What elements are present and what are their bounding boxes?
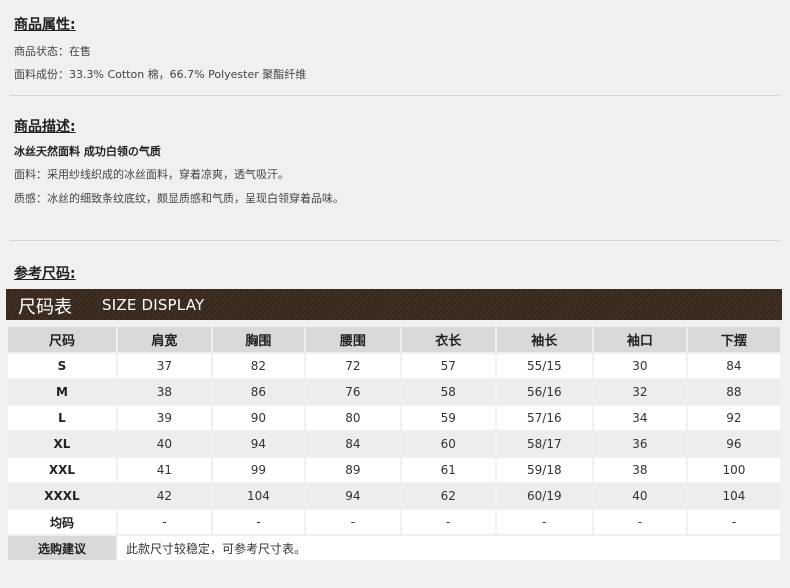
size-chart-banner: 尺码表 SIZE DISPLAY [6, 289, 782, 320]
size-cell: L [8, 406, 116, 430]
size-cell: XL [8, 432, 116, 456]
table-cell: 104 [212, 484, 304, 508]
description-fabric-text: 采用纱线织成的冰丝面料，穿着凉爽，透气吸汗。 [47, 168, 289, 181]
table-row: M 38 86 76 58 56/16 32 88 [8, 380, 780, 404]
size-cell: 均码 [8, 510, 116, 534]
header-cell: 腰围 [305, 327, 400, 352]
header-cell: 胸围 [212, 327, 304, 352]
table-cell: 41 [118, 458, 211, 482]
table-cell: 96 [687, 432, 780, 456]
table-cell: - [305, 510, 400, 534]
size-cell: M [8, 380, 116, 404]
description-feel-label: 质感： [14, 192, 47, 205]
header-cell: 肩宽 [118, 327, 211, 352]
size-table: 尺码 肩宽 胸围 腰围 衣长 袖长 袖口 下摆 S 37 82 72 57 55… [6, 325, 782, 562]
description-feel-line: 质感：冰丝的细致条纹底纹，颇显质感和气质，呈现白领穿着品味。 [14, 190, 344, 206]
description-fabric-label: 面料： [14, 168, 47, 181]
size-reference-title: 参考尺码: [14, 266, 76, 282]
header-cell: 袖长 [496, 327, 592, 352]
table-row: XL 40 94 84 60 58/17 36 96 [8, 432, 780, 456]
description-feel-text: 冰丝的细致条纹底纹，颇显质感和气质，呈现白领穿着品味。 [47, 192, 344, 205]
table-cell: 59/18 [496, 458, 592, 482]
table-row: S 37 82 72 57 55/15 30 84 [8, 354, 780, 378]
table-cell: 38 [593, 458, 686, 482]
size-chart-banner-en: SIZE DISPLAY [102, 296, 205, 314]
header-cell: 衣长 [401, 327, 495, 352]
table-cell: 58 [401, 380, 495, 404]
table-cell: 92 [687, 406, 780, 430]
table-cell: 60/19 [496, 484, 592, 508]
table-cell: 34 [593, 406, 686, 430]
table-cell: 56/16 [496, 380, 592, 404]
header-cell: 袖口 [593, 327, 686, 352]
purchase-advice-text: 此款尺寸较稳定，可参考尺寸表。 [118, 536, 780, 560]
table-cell: 58/17 [496, 432, 592, 456]
description-headline: 冰丝天然面料 成功白领の气质 [14, 145, 161, 158]
table-cell: - [118, 510, 211, 534]
table-cell: 37 [118, 354, 211, 378]
table-cell: 42 [118, 484, 211, 508]
table-row: XXL 41 99 89 61 59/18 38 100 [8, 458, 780, 482]
table-cell: 94 [305, 484, 400, 508]
table-cell: 60 [401, 432, 495, 456]
purchase-advice-row: 选购建议 此款尺寸较稳定，可参考尺寸表。 [8, 536, 780, 560]
table-row: 均码 - - - - - - - [8, 510, 780, 534]
table-cell: 84 [687, 354, 780, 378]
table-row: XXXL 42 104 94 62 60/19 40 104 [8, 484, 780, 508]
product-description-title: 商品描述: [14, 119, 76, 135]
size-cell: XXXL [8, 484, 116, 508]
table-cell: 61 [401, 458, 495, 482]
table-cell: - [401, 510, 495, 534]
description-fabric-line: 面料：采用纱线织成的冰丝面料，穿着凉爽，透气吸汗。 [14, 166, 289, 182]
size-cell: S [8, 354, 116, 378]
table-cell: - [687, 510, 780, 534]
header-cell: 下摆 [687, 327, 780, 352]
table-cell: 30 [593, 354, 686, 378]
size-table-header-row: 尺码 肩宽 胸围 腰围 衣长 袖长 袖口 下摆 [8, 327, 780, 352]
table-cell: 89 [305, 458, 400, 482]
table-cell: 99 [212, 458, 304, 482]
table-cell: 55/15 [496, 354, 592, 378]
fabric-composition-value: 33.3% Cotton 棉，66.7% Polyester 聚酯纤维 [69, 68, 307, 81]
table-cell: 80 [305, 406, 400, 430]
fabric-composition-label: 面料成份： [14, 68, 69, 81]
table-cell: 40 [593, 484, 686, 508]
table-cell: 88 [687, 380, 780, 404]
table-cell: 84 [305, 432, 400, 456]
table-cell: 39 [118, 406, 211, 430]
table-cell: - [212, 510, 304, 534]
divider [10, 95, 780, 96]
size-cell: XXL [8, 458, 116, 482]
header-cell: 尺码 [8, 327, 116, 352]
table-cell: 76 [305, 380, 400, 404]
size-chart-banner-zh: 尺码表 [18, 297, 72, 318]
table-cell: 57/16 [496, 406, 592, 430]
status-label: 商品状态： [14, 45, 69, 58]
product-attributes-title: 商品属性: [14, 17, 76, 33]
status-line: 商品状态：在售 [14, 43, 91, 59]
table-cell: 57 [401, 354, 495, 378]
table-cell: 86 [212, 380, 304, 404]
status-value: 在售 [69, 45, 91, 58]
table-cell: - [593, 510, 686, 534]
table-cell: 90 [212, 406, 304, 430]
table-cell: 100 [687, 458, 780, 482]
table-row: L 39 90 80 59 57/16 34 92 [8, 406, 780, 430]
fabric-composition-line: 面料成份：33.3% Cotton 棉，66.7% Polyester 聚酯纤维 [14, 66, 306, 82]
table-cell: 72 [305, 354, 400, 378]
table-cell: 82 [212, 354, 304, 378]
table-cell: 36 [593, 432, 686, 456]
table-cell: 40 [118, 432, 211, 456]
table-cell: 59 [401, 406, 495, 430]
divider [10, 240, 780, 241]
table-cell: 94 [212, 432, 304, 456]
table-cell: 62 [401, 484, 495, 508]
table-cell: 32 [593, 380, 686, 404]
table-cell: 38 [118, 380, 211, 404]
purchase-advice-label: 选购建议 [8, 536, 116, 560]
table-cell: 104 [687, 484, 780, 508]
table-cell: - [496, 510, 592, 534]
